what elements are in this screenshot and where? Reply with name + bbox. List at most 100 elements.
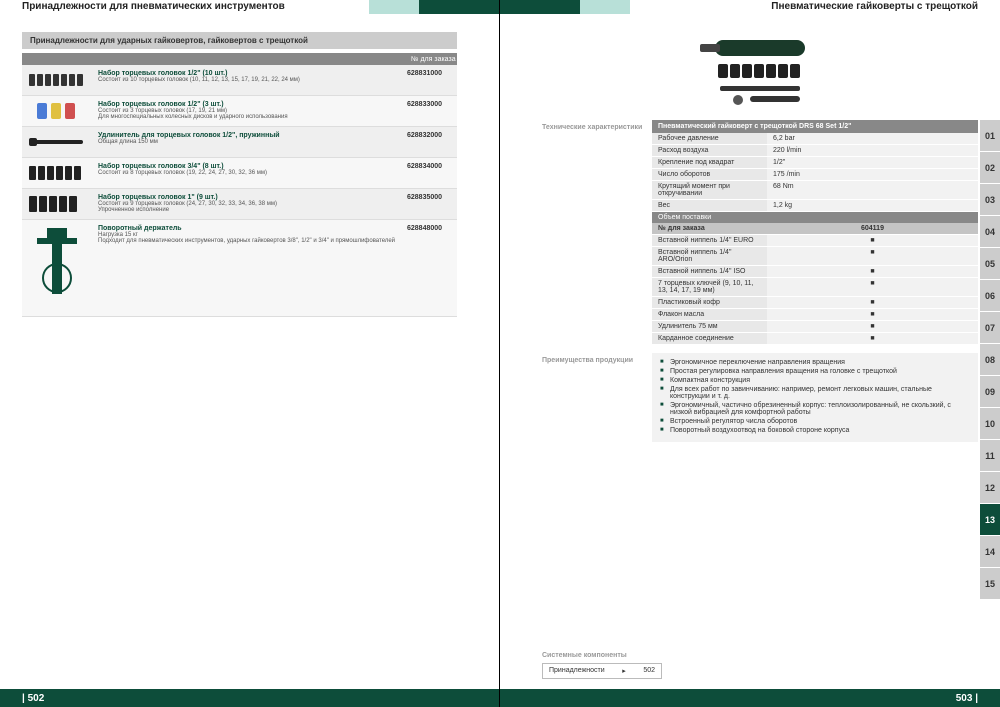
spec-row: Вес1,2 kg	[652, 200, 978, 212]
scope-row: Вставной ниппель 1/4" ISO■	[652, 266, 978, 278]
chapter-tab-11[interactable]: 11	[980, 440, 1000, 472]
advantage-item: Поворотный воздухоотвод на боковой сторо…	[660, 427, 970, 434]
advantage-item: Компактная конструкция	[660, 377, 970, 384]
chapter-tab-09[interactable]: 09	[980, 376, 1000, 408]
item-text: Набор торцевых головок 3/4" (8 шт.)Состо…	[92, 161, 407, 185]
scope-item: Карданное соединение	[652, 333, 767, 344]
item-row: Набор торцевых головок 1/2" (10 шт.)Сост…	[22, 65, 457, 96]
chapter-tab-06[interactable]: 06	[980, 280, 1000, 312]
scope-row: Пластиковый кофр■	[652, 297, 978, 309]
scope-mark: ■	[767, 278, 978, 296]
scope-item: Флакон масла	[652, 309, 767, 320]
spec-table: Пневматический гайковерт с трещоткой DRS…	[652, 120, 978, 345]
item-row: Набор торцевых головок 3/4" (8 шт.)Состо…	[22, 158, 457, 189]
chapter-tab-08[interactable]: 08	[980, 344, 1000, 376]
item-thumb	[22, 130, 92, 154]
item-title: Набор торцевых головок 1/2" (10 шт.)	[98, 70, 401, 77]
item-text: Поворотный держательНагрузка 15 кгПодход…	[92, 223, 407, 313]
chapter-tab-05[interactable]: 05	[980, 248, 1000, 280]
scope-item: Вставной ниппель 1/4" ARO/Orion	[652, 247, 767, 265]
scope-mark: ■	[767, 333, 978, 344]
item-desc2: Для многоспециальных колесных дисков и у…	[98, 114, 401, 120]
scope-mark: ■	[767, 235, 978, 246]
item-row: Поворотный держательНагрузка 15 кгПодход…	[22, 220, 457, 317]
system-link[interactable]: Принадлежности ▸ 502	[542, 663, 662, 679]
left-footer: | 502	[0, 689, 499, 707]
chapter-tab-02[interactable]: 02	[980, 152, 1000, 184]
scope-order-value: 604119	[767, 223, 978, 234]
order-col-header-row: № для заказа	[22, 53, 457, 65]
advantage-item: Эргономичное переключение направления вр…	[660, 359, 970, 366]
spec-key: Расход воздуха	[652, 145, 767, 156]
right-page-title: Пневматические гайковерты с трещоткой	[771, 0, 978, 14]
item-order-no: 628833000	[407, 99, 457, 123]
scope-row: Вставной ниппель 1/4" EURO■	[652, 235, 978, 247]
system-link-text: Принадлежности	[549, 667, 605, 675]
item-desc2: Подходит для пневматических инструментов…	[98, 238, 401, 244]
system-components: Системные компоненты Принадлежности ▸ 50…	[542, 652, 978, 679]
left-page-number: | 502	[22, 693, 44, 704]
item-row: Набор торцевых головок 1" (9 шт.)Состоит…	[22, 189, 457, 220]
side-tabs: 010203040506070809101112131415	[980, 120, 1000, 600]
item-desc2: Упрочненное исполнение	[98, 207, 401, 213]
chapter-tab-14[interactable]: 14	[980, 536, 1000, 568]
chapter-tab-12[interactable]: 12	[980, 472, 1000, 504]
spec-key: Крепление под квадрат	[652, 157, 767, 168]
spec-row: Рабочее давление6,2 bar	[652, 133, 978, 145]
advantage-item: Для всех работ по завинчиванию: например…	[660, 386, 970, 400]
item-thumb	[22, 223, 92, 313]
scope-order-row: № для заказа 604119	[652, 223, 978, 235]
spec-block: Технические характеристики Пневматически…	[542, 120, 978, 345]
arrow-icon: ▸	[622, 667, 626, 675]
order-col-label: № для заказа	[407, 56, 457, 63]
item-order-no: 628835000	[407, 192, 457, 216]
item-thumb	[22, 161, 92, 185]
item-title: Удлинитель для торцевых головок 1/2", пр…	[98, 132, 401, 139]
product-image	[542, 30, 978, 110]
item-thumb	[22, 99, 92, 123]
item-thumb	[22, 68, 92, 92]
right-page-number: 503 |	[956, 693, 978, 704]
scope-mark: ■	[767, 297, 978, 308]
scope-mark: ■	[767, 266, 978, 277]
spec-key: Рабочее давление	[652, 133, 767, 144]
left-page-title: Принадлежности для пневматических инстру…	[22, 0, 285, 14]
scope-mark: ■	[767, 321, 978, 332]
spec-value: 1/2"	[767, 157, 978, 168]
spec-row: Крепление под квадрат1/2"	[652, 157, 978, 169]
chapter-tab-15[interactable]: 15	[980, 568, 1000, 600]
spec-value: 68 Nm	[767, 181, 978, 199]
chapter-tab-07[interactable]: 07	[980, 312, 1000, 344]
right-footer: 503 |	[500, 689, 1000, 707]
chapter-tab-03[interactable]: 03	[980, 184, 1000, 216]
chapter-tab-04[interactable]: 04	[980, 216, 1000, 248]
chapter-tab-13[interactable]: 13	[980, 504, 1000, 536]
item-title: Поворотный держатель	[98, 225, 401, 232]
scope-row: Удлинитель 75 мм■	[652, 321, 978, 333]
left-content: Принадлежности для ударных гайковертов, …	[22, 32, 457, 317]
scope-mark: ■	[767, 247, 978, 265]
scope-mark: ■	[767, 309, 978, 320]
chapter-tab-01[interactable]: 01	[980, 120, 1000, 152]
scope-item: Пластиковый кофр	[652, 297, 767, 308]
section-header: Принадлежности для ударных гайковертов, …	[22, 32, 457, 49]
spec-value: 175 /min	[767, 169, 978, 180]
item-order-no: 628834000	[407, 161, 457, 185]
item-order-no: 628831000	[407, 68, 457, 92]
item-order-no: 628848000	[407, 223, 457, 313]
spec-value: 6,2 bar	[767, 133, 978, 144]
spec-row: Число оборотов175 /min	[652, 169, 978, 181]
item-order-no: 628832000	[407, 130, 457, 154]
right-page: Пневматические гайковерты с трещоткой	[500, 0, 1000, 707]
item-row: Набор торцевых головок 1/2" (3 шт.)Состо…	[22, 96, 457, 127]
item-title: Набор торцевых головок 3/4" (8 шт.)	[98, 163, 401, 170]
spec-row: Крутящий момент при откручивании68 Nm	[652, 181, 978, 200]
item-row: Удлинитель для торцевых головок 1/2", пр…	[22, 127, 457, 158]
scope-item: Вставной ниппель 1/4" ISO	[652, 266, 767, 277]
advantages-block: Преимущества продукции Эргономичное пере…	[542, 353, 978, 442]
scope-row: Вставной ниппель 1/4" ARO/Orion■	[652, 247, 978, 266]
chapter-tab-10[interactable]: 10	[980, 408, 1000, 440]
spec-key: Вес	[652, 200, 767, 211]
advantages-label: Преимущества продукции	[542, 353, 652, 442]
advantage-item: Простая регулировка направления вращения…	[660, 368, 970, 375]
